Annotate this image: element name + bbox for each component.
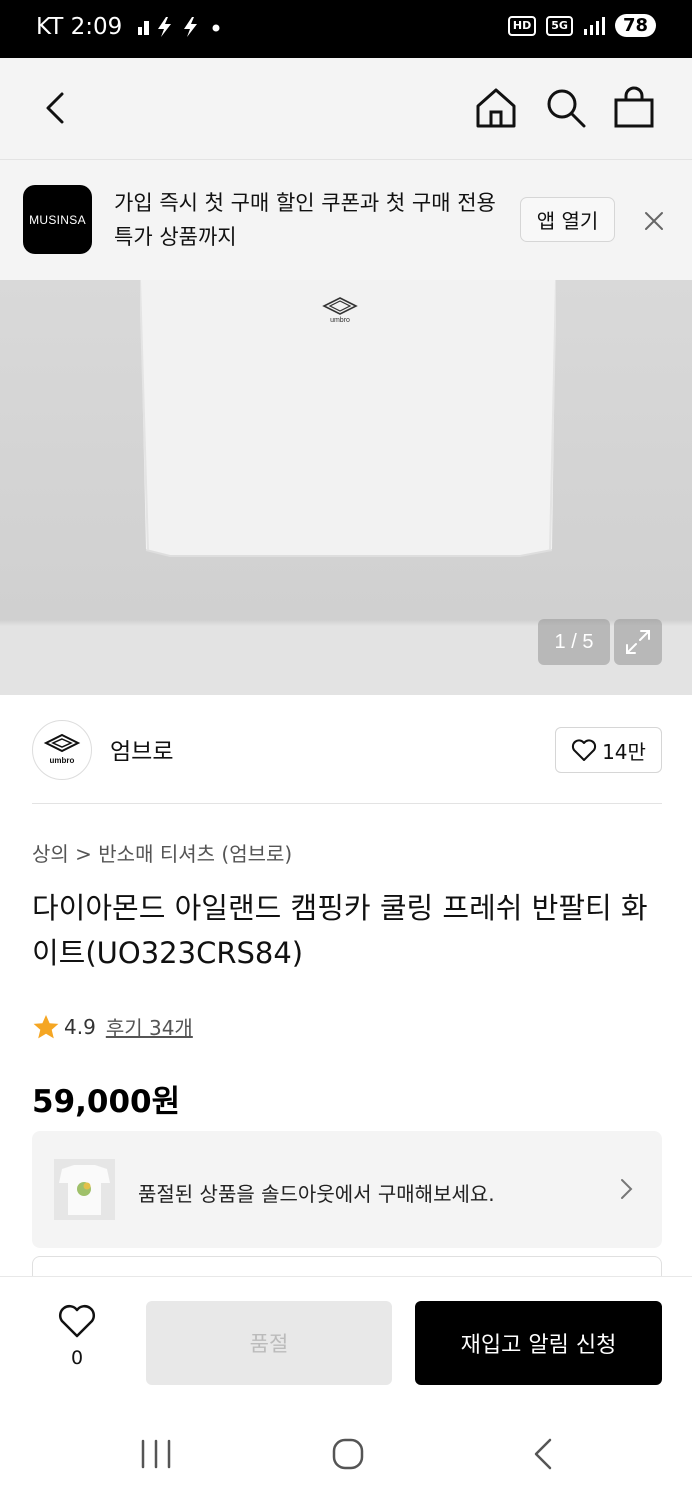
soldout-text: 품절된 상품을 솔드아웃에서 구매해보세요. [138,1182,495,1206]
banner-text: 가입 즉시 첫 구매 할인 쿠폰과 첫 구매 전용 특가 상품까지 [114,191,496,249]
rating-row: 4.9 후기 34개 [32,1012,193,1041]
system-nav-bar [0,1410,692,1500]
top-nav [0,58,692,160]
brand-like-count: 14만 [602,739,646,764]
back-button[interactable] [36,86,76,130]
product-price: 59,000원 [32,1084,181,1120]
brand-logo[interactable]: umbro [32,720,92,780]
chevron-right-icon [621,1179,633,1199]
product-image-carousel[interactable]: umbro 1 / 5 [0,280,692,695]
soldout-button[interactable]: 품절 [146,1301,392,1385]
notification-icons [138,17,220,37]
signal-icon [583,16,605,35]
review-count-link[interactable]: 후기 34개 [106,1012,193,1041]
back-nav-icon[interactable] [528,1436,558,1472]
home-nav-icon[interactable] [330,1436,366,1472]
cart-button[interactable] [612,86,656,130]
recent-apps-icon[interactable] [138,1438,174,1470]
home-button[interactable] [474,86,518,130]
home-icon [476,88,516,128]
shirt-logo-text: umbro [330,317,350,324]
hd-icon: HD [507,15,537,36]
brand-like-button[interactable]: 14만 [555,727,662,773]
chevron-left-icon [46,92,64,124]
heart-icon [571,739,597,761]
brand-row: umbro 엄브로 14만 [32,718,662,804]
expand-icon [626,630,650,654]
product-photo: umbro [140,280,556,557]
umbro-logo-icon: umbro [43,733,81,765]
star-icon [33,1014,59,1038]
shopping-bag-icon [614,86,654,128]
app-install-banner: MUSINSA 가입 즉시 첫 구매 할인 쿠폰과 첫 구매 전용 특가 상품까… [0,160,692,280]
search-icon [547,89,586,128]
expand-image-button[interactable] [614,619,662,665]
banner-close-button[interactable] [640,207,668,235]
restock-alert-button[interactable]: 재입고 알림 신청 [415,1301,662,1385]
wishlist-button[interactable]: 0 [52,1303,102,1373]
network-icon: 5G [546,15,573,36]
wish-count: 0 [70,1347,84,1369]
heart-icon [59,1305,95,1338]
brand-logo-text: umbro [50,756,75,765]
carrier-time: KT 2:09 [36,14,123,40]
soldout-thumbnail [54,1159,115,1220]
bottom-action-bar: 0 품절 재입고 알림 신청 [0,1276,692,1410]
open-app-button[interactable]: 앱 열기 [520,197,615,242]
rating-score: 4.9 [64,1014,96,1039]
image-counter: 1 / 5 [538,619,610,665]
close-icon [645,212,663,230]
search-button[interactable] [544,86,588,130]
battery-icon: 78 [614,14,656,37]
soldout-link-card[interactable]: 품절된 상품을 솔드아웃에서 구매해보세요. [32,1131,662,1248]
breadcrumb[interactable]: 상의 > 반소매 티셔츠 (엄브로) [32,838,292,867]
product-title: 다이아몬드 아일랜드 캠핑카 쿨링 프레쉬 반팔티 화이트(UO323CRS84… [32,891,648,970]
brand-name[interactable]: 엄브로 [110,732,173,766]
musinsa-logo: MUSINSA [23,185,92,254]
status-bar: KT 2:09 HD 5G 78 [0,0,692,58]
